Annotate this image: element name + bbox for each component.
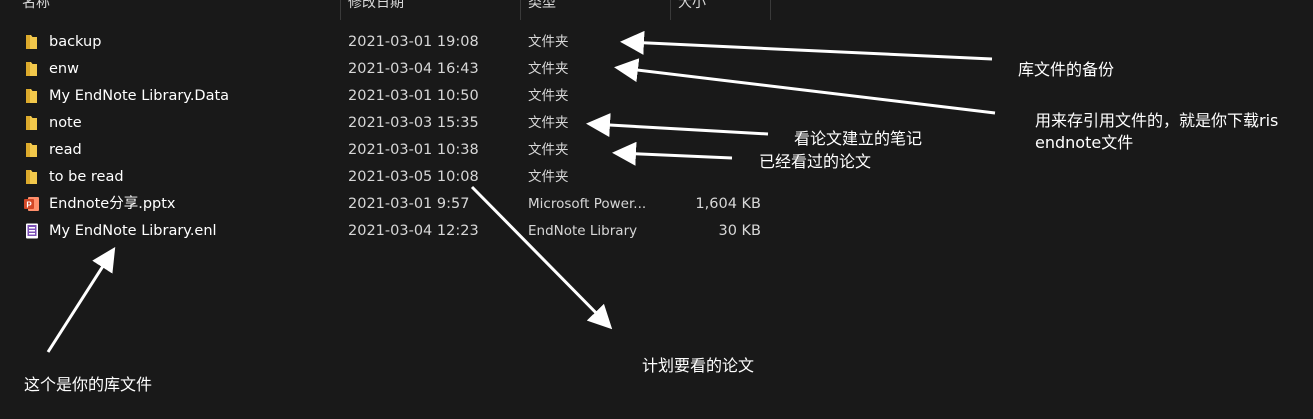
annotation-read: 已经看过的论文: [759, 152, 872, 171]
arrow-to-library: [46, 246, 116, 353]
annotation-note: 看论文建立的笔记: [794, 129, 923, 148]
arrow-to-backup: [620, 30, 993, 61]
arrow-to-note: [586, 113, 769, 138]
arrow-to-read: [612, 141, 733, 166]
annotation-enw: 用来存引用文件的，就是你下载ris endnote文件: [1035, 111, 1279, 152]
annotation-backup: 库文件的备份: [1018, 60, 1115, 79]
arrow-to-to-be-read: [470, 185, 613, 330]
annotation-library: 这个是你的库文件: [24, 375, 153, 394]
arrow-to-enw: [614, 58, 996, 115]
annotation-to-be-read: 计划要看的论文: [642, 356, 755, 375]
